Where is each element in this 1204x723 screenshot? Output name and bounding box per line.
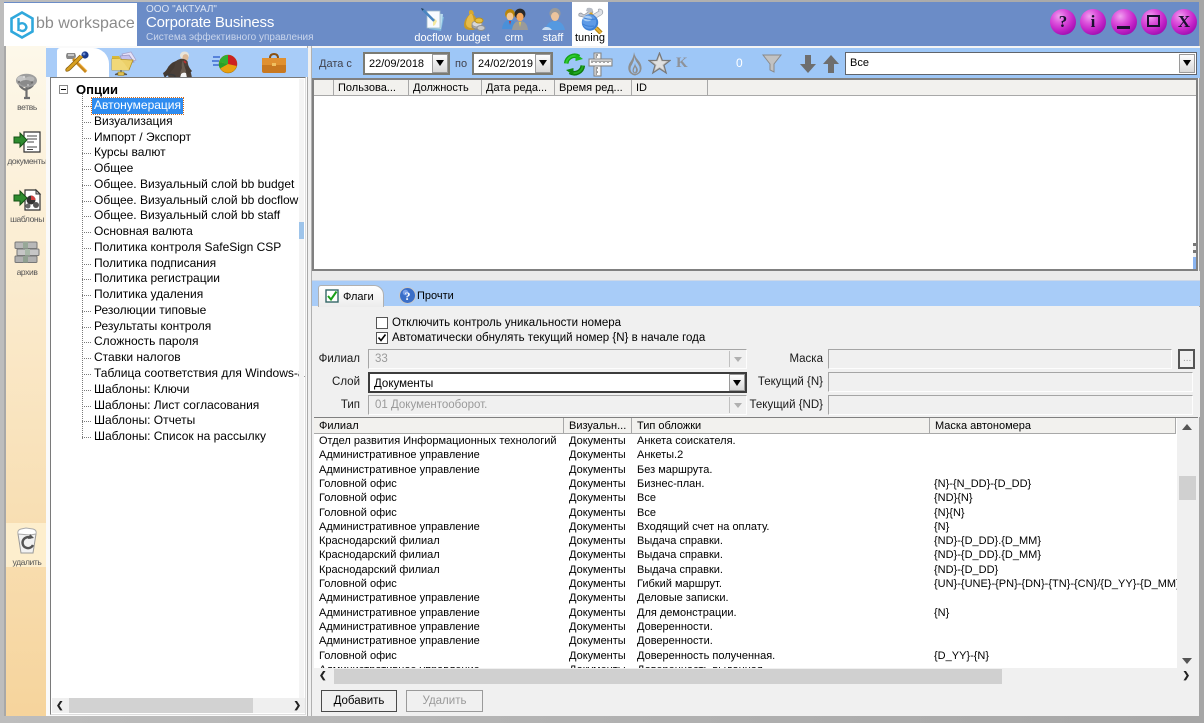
svg-text:?: ? bbox=[405, 289, 411, 303]
